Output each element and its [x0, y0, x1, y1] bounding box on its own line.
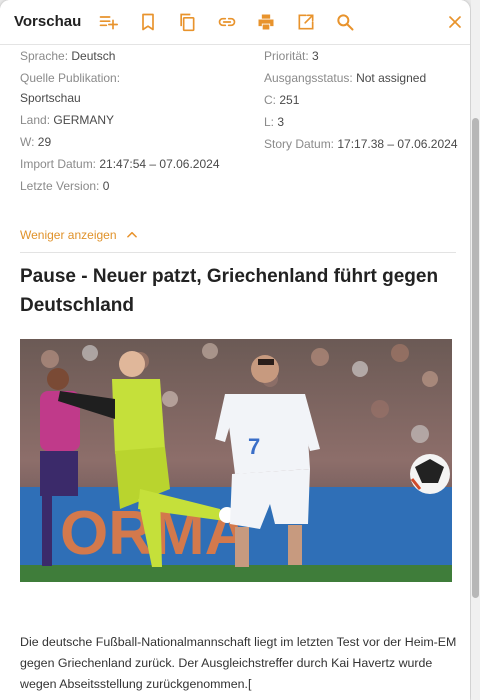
meta-l: L: 3 — [264, 112, 464, 132]
meta-value: 251 — [279, 93, 300, 107]
close-icon[interactable] — [443, 10, 467, 34]
meta-language: Sprache: Deutsch — [20, 46, 220, 66]
article-headline: Pause - Neuer patzt, Griechenland führt … — [20, 266, 439, 316]
playlist-add-icon[interactable] — [96, 10, 120, 34]
meta-label: Story Datum: — [264, 137, 335, 151]
bookmark-icon[interactable] — [136, 10, 160, 34]
panel-title: Vorschau — [14, 13, 82, 30]
meta-label: Letzte Version: — [20, 179, 100, 193]
meta-label: Quelle Publikation: — [20, 71, 121, 85]
meta-priority: Priorität: 3 — [264, 46, 464, 66]
search-icon[interactable] — [333, 10, 357, 34]
svg-text:7: 7 — [248, 434, 260, 459]
meta-label: C: — [264, 93, 276, 107]
meta-label: Ausgangsstatus: — [264, 71, 353, 85]
link-icon[interactable] — [215, 10, 239, 34]
meta-story-date: Story Datum: 17:17.38 – 07.06.2024 — [264, 134, 464, 154]
meta-value: Not assigned — [356, 71, 427, 85]
meta-import-date: Import Datum: 21:47:54 – 07.06.2024 — [20, 154, 220, 174]
print-icon[interactable] — [254, 10, 278, 34]
meta-value: 17:17.38 – 07.06.2024 — [337, 137, 458, 151]
metadata-right-column: Priorität: 3 Ausgangsstatus: Not assigne… — [264, 46, 464, 156]
meta-value: GERMANY — [53, 113, 115, 127]
meta-label: L: — [264, 115, 275, 129]
meta-label: Priorität: — [264, 49, 309, 63]
meta-value: 3 — [277, 115, 285, 129]
meta-value: 29 — [37, 135, 52, 149]
preview-toolbar: Vorschau — [0, 0, 470, 45]
meta-label: Land: — [20, 113, 51, 127]
section-divider — [20, 252, 456, 253]
meta-value: Deutsch — [71, 49, 116, 63]
meta-value: 21:47:54 – 07.06.2024 — [99, 157, 220, 171]
article-body: Die deutsche Fußball-Nationalmannschaft … — [20, 635, 457, 691]
meta-value: 3 — [312, 49, 319, 63]
scrollbar-thumb[interactable] — [472, 118, 479, 598]
meta-value: 0 — [102, 179, 110, 193]
meta-c: C: 251 — [264, 90, 464, 110]
football-match-photo: ORMA — [20, 339, 452, 582]
meta-output-status: Ausgangsstatus: Not assigned — [264, 68, 464, 88]
article-image: ORMA — [20, 339, 452, 582]
chevron-up-icon — [126, 231, 137, 238]
show-less-label: Weniger anzeigen — [20, 228, 117, 242]
meta-label: Sprache: — [20, 49, 69, 63]
meta-value: Sportschau — [20, 91, 81, 105]
meta-country: Land: GERMANY — [20, 110, 220, 130]
meta-label: Import Datum: — [20, 157, 97, 171]
open-external-icon[interactable] — [294, 10, 318, 34]
show-less-toggle[interactable]: Weniger anzeigen — [20, 228, 139, 242]
copy-icon[interactable] — [175, 10, 199, 34]
meta-last-version: Letzte Version: 0 — [20, 176, 220, 196]
football — [410, 454, 450, 494]
meta-source: Quelle Publikation: Sportschau — [20, 68, 220, 108]
preview-panel: Vorschau Sprache: Deutsch Quelle Publika… — [0, 0, 470, 700]
meta-w: W: 29 — [20, 132, 220, 152]
metadata-left-column: Sprache: Deutsch Quelle Publikation: Spor… — [20, 46, 220, 198]
meta-label: W: — [20, 135, 35, 149]
